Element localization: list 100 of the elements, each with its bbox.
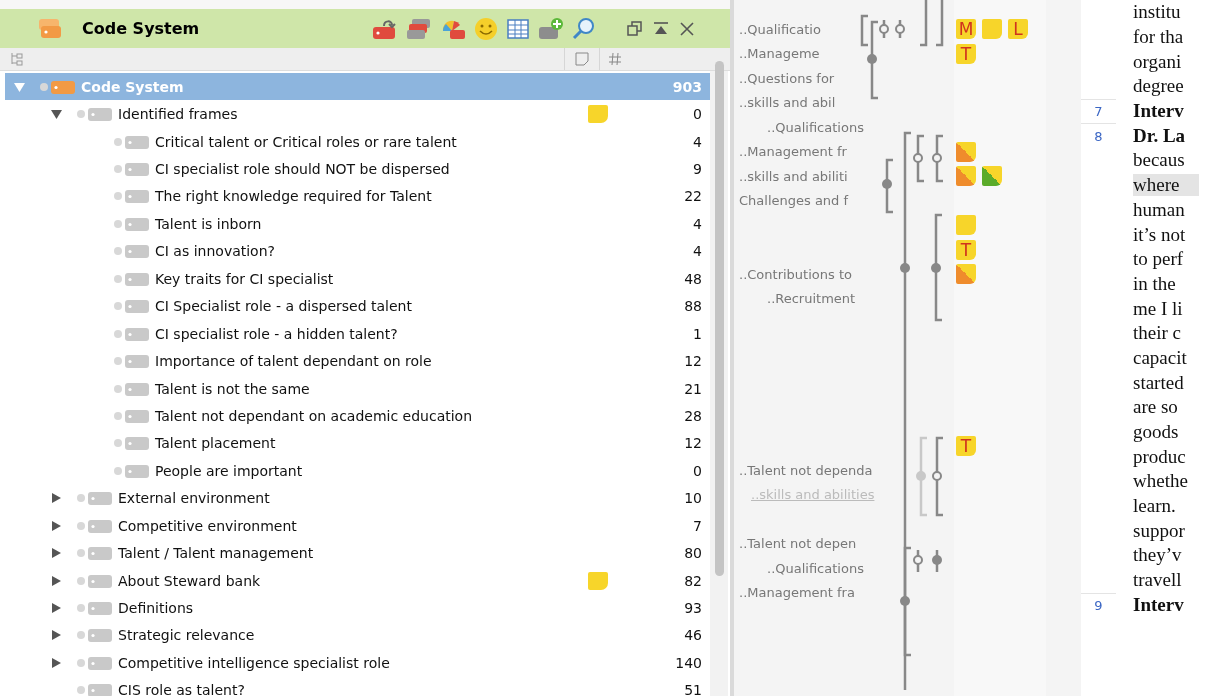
tree-row[interactable]: Key traits for CI specialist 48: [5, 265, 710, 293]
tree-row[interactable]: Talent is inborn 4: [5, 210, 710, 238]
segment-label[interactable]: ..Recruitment: [739, 291, 856, 307]
document-text: Interv: [1133, 593, 1184, 616]
document-text: learn.: [1133, 495, 1176, 518]
tree-row[interactable]: Talent / Talent management 80: [5, 539, 710, 567]
memo-icon[interactable]: [982, 166, 1002, 187]
segment-label[interactable]: ..Management fr: [739, 144, 847, 160]
segment-label[interactable]: ..Qualifications: [739, 560, 864, 576]
code-count: 4: [692, 133, 702, 150]
search-icon[interactable]: [572, 16, 596, 41]
disclosure-triangle-icon[interactable]: [50, 547, 63, 560]
line-number: 7: [1094, 104, 1103, 120]
document-text: whethe: [1133, 470, 1188, 493]
segment-label[interactable]: ..Qualifications: [739, 119, 864, 135]
segment-label[interactable]: Challenges and f: [739, 193, 849, 209]
add-tag-icon[interactable]: [538, 16, 564, 41]
tree-row[interactable]: Critical talent or Critical roles or rare talent 4: [5, 127, 710, 156]
document-text: their c: [1133, 322, 1181, 345]
disclosure-triangle-icon[interactable]: [50, 108, 63, 121]
code-label: External environment: [118, 490, 271, 507]
code-tag-icon: [114, 380, 152, 397]
tree-row[interactable]: About Steward bank 82: [5, 566, 710, 595]
tree-row[interactable]: Strategic relevance 46: [5, 621, 710, 650]
tags-icon[interactable]: [406, 16, 432, 41]
code-label: CI specialist role - a hidden talent?: [155, 325, 399, 342]
scrollbar-thumb[interactable]: [714, 61, 724, 576]
tree-row[interactable]: Competitive environment 7: [5, 512, 710, 540]
tree-icon[interactable]: [10, 52, 24, 66]
line-number: 9: [1094, 597, 1103, 613]
code-tag-icon: [77, 600, 115, 617]
disclosure-triangle-icon[interactable]: [50, 656, 63, 669]
document-text: where: [1133, 174, 1200, 197]
disclosure-triangle-icon[interactable]: [50, 602, 63, 615]
code-label: Competitive environment: [118, 517, 298, 534]
code-label: Talent / Talent management: [118, 545, 315, 562]
tree-row[interactable]: Importance of talent dependant on role 12: [5, 347, 710, 375]
code-label: Code System: [81, 78, 185, 95]
code-label: Importance of talent dependant on role: [155, 353, 433, 370]
table-icon[interactable]: [506, 16, 530, 41]
count-column-icon[interactable]: [608, 52, 622, 66]
tree-row[interactable]: CI as innovation? 4: [5, 237, 710, 266]
document-text: are so: [1133, 396, 1178, 419]
tree-row[interactable]: Talent is not the same 21: [5, 374, 710, 403]
code-count: 1: [692, 325, 702, 342]
segment-label[interactable]: ..skills and abiliti: [739, 168, 848, 184]
code-count: 7: [692, 517, 702, 534]
document-text: institu: [1133, 1, 1181, 24]
tree-row[interactable]: External environment 10: [5, 484, 710, 512]
code-count: 48: [683, 270, 702, 287]
code-label: Critical talent or Critical roles or rare talent: [155, 133, 458, 150]
disclosure-triangle-icon[interactable]: [50, 574, 63, 587]
tree-row[interactable]: The right knowledge required for Talent 22: [5, 182, 710, 211]
tree-row[interactable]: CI specialist role should NOT be dispersed 9: [5, 155, 710, 183]
memo-icon[interactable]: [956, 166, 976, 187]
document-text: capacit: [1133, 346, 1187, 369]
segment-label[interactable]: ..Questions for: [739, 70, 835, 86]
segment-label[interactable]: ..Management fra: [739, 585, 855, 601]
memo-icon[interactable]: T: [956, 43, 976, 64]
disclosure-triangle-icon[interactable]: [50, 629, 63, 642]
memo-icon[interactable]: [956, 264, 976, 285]
code-count: 10: [683, 490, 702, 507]
code-label: Talent is inborn: [155, 215, 263, 232]
tree-row[interactable]: Competitive intelligence specialist role 140: [5, 649, 710, 677]
segment-label[interactable]: ..Contributions to: [739, 266, 852, 282]
tree-row[interactable]: CIS role as talent? 51: [5, 676, 710, 696]
tree-row[interactable]: People are important 0: [5, 457, 710, 485]
disclosure-triangle-icon[interactable]: [50, 492, 63, 505]
memo-icon[interactable]: T: [956, 239, 976, 260]
segment-label[interactable]: ..Manageme: [739, 46, 820, 62]
segment-label[interactable]: ..Qualificatio: [739, 21, 821, 37]
document-text: they’v: [1133, 544, 1182, 567]
segment-label[interactable]: ..Talent not dependa: [739, 462, 873, 478]
memo-column-icon[interactable]: [575, 52, 589, 66]
code-label: People are important: [155, 462, 304, 479]
segment-label[interactable]: ..Talent not depen: [739, 536, 857, 552]
memo-icon[interactable]: T: [956, 435, 976, 456]
document-text: human: [1133, 198, 1185, 221]
code-tag-icon: [114, 325, 152, 342]
code-label: CIS role as talent?: [118, 682, 246, 696]
code-count: 22: [683, 188, 702, 205]
tree-row[interactable]: Identified frames 0: [5, 100, 710, 128]
tree-row[interactable]: Talent not dependant on academic education 28: [5, 402, 710, 430]
segment-label[interactable]: ..skills and abil: [739, 95, 836, 111]
close-icon[interactable]: [678, 19, 696, 38]
memo-icon[interactable]: M: [956, 19, 976, 40]
disclosure-triangle-icon[interactable]: [50, 519, 63, 532]
document-text: in the: [1133, 272, 1176, 295]
document-text: organi: [1133, 50, 1182, 73]
document-text: Dr. La: [1133, 124, 1186, 147]
tree-row[interactable]: CI Specialist role - a dispersed talent 88: [5, 292, 710, 320]
code-count: 9: [692, 161, 702, 178]
tree-row[interactable]: Definitions 93: [5, 594, 710, 622]
memo-icon[interactable]: [956, 141, 976, 162]
tree-row[interactable]: CI specialist role - a hidden talent? 1: [5, 319, 710, 348]
tree-row[interactable]: Talent placement 12: [5, 429, 710, 458]
code-tag-icon: [77, 106, 115, 123]
restore-window-icon[interactable]: [626, 19, 644, 38]
smiley-icon[interactable]: [474, 16, 498, 41]
document-text: to perf: [1133, 248, 1184, 271]
